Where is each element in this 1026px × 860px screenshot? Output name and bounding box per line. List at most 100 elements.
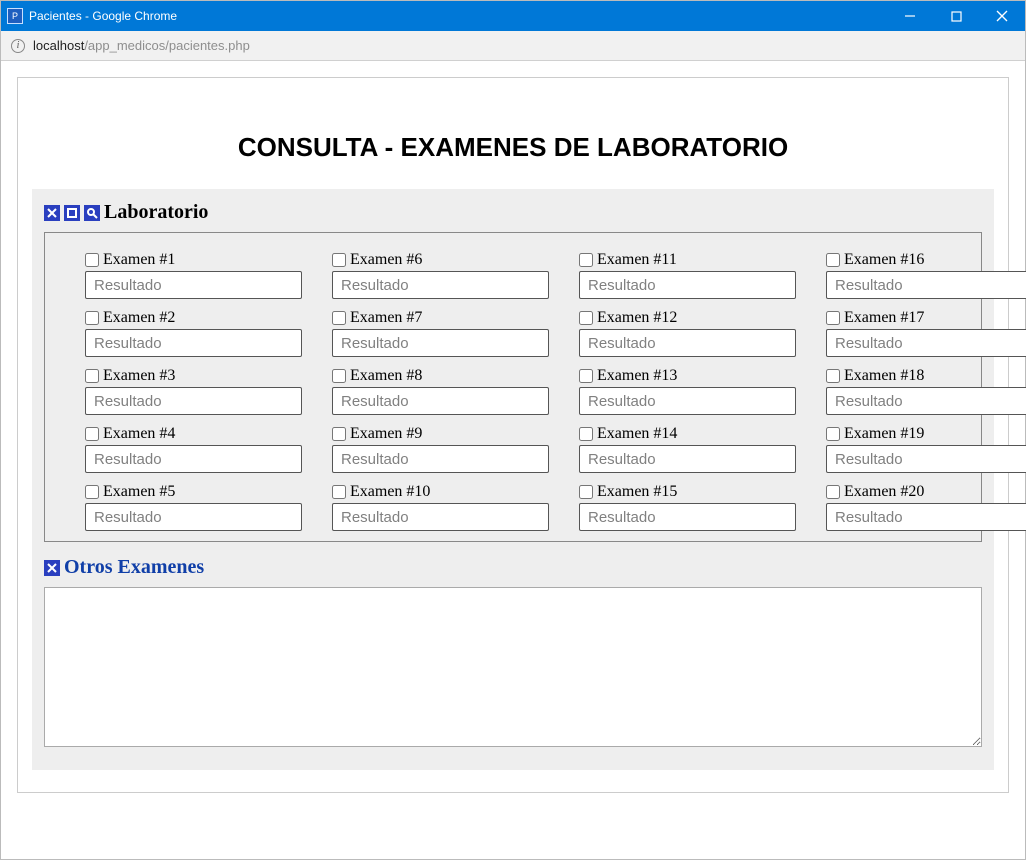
window-minimize-button[interactable] [887,1,933,31]
examen-8-checkbox[interactable] [332,369,346,383]
examen-19-result-input[interactable] [826,445,1026,473]
url-path: /app_medicos/pacientes.php [84,38,250,53]
examen-9-label-row: Examen #9 [332,425,549,443]
examen-15-label: Examen #15 [597,483,677,501]
examen-3-label-row: Examen #3 [85,367,302,385]
examen-17-label: Examen #17 [844,309,924,327]
examen-20-field: Examen #20 [826,483,1026,531]
examen-13-checkbox[interactable] [579,369,593,383]
examen-4-checkbox[interactable] [85,427,99,441]
examen-7-checkbox[interactable] [332,311,346,325]
examen-17-label-row: Examen #17 [826,309,1026,327]
examen-10-label-row: Examen #10 [332,483,549,501]
examen-3-checkbox[interactable] [85,369,99,383]
examen-20-result-input[interactable] [826,503,1026,531]
examen-18-checkbox[interactable] [826,369,840,383]
examen-8-field: Examen #8 [332,367,549,415]
otros-textarea[interactable] [44,587,982,747]
examen-10-field: Examen #10 [332,483,549,531]
examen-2-result-input[interactable] [85,329,302,357]
examen-5-checkbox[interactable] [85,485,99,499]
examen-7-label-row: Examen #7 [332,309,549,327]
examen-20-checkbox[interactable] [826,485,840,499]
examen-19-label-row: Examen #19 [826,425,1026,443]
laboratorio-grid: Examen #1Examen #6Examen #11Examen #16Ex… [85,251,963,531]
examen-12-checkbox[interactable] [579,311,593,325]
examen-9-checkbox[interactable] [332,427,346,441]
examen-12-result-input[interactable] [579,329,796,357]
examen-15-result-input[interactable] [579,503,796,531]
examen-19-checkbox[interactable] [826,427,840,441]
examen-13-label-row: Examen #13 [579,367,796,385]
examen-10-label: Examen #10 [350,483,430,501]
examen-18-result-input[interactable] [826,387,1026,415]
examen-20-label: Examen #20 [844,483,924,501]
close-otros-icon[interactable] [44,560,60,576]
browser-address-bar[interactable]: i localhost/app_medicos/pacientes.php [1,31,1025,61]
examen-11-checkbox[interactable] [579,253,593,267]
examen-14-result-input[interactable] [579,445,796,473]
examen-16-label: Examen #16 [844,251,924,269]
examen-11-field: Examen #11 [579,251,796,299]
examen-14-checkbox[interactable] [579,427,593,441]
search-section-icon[interactable] [84,205,100,221]
examen-2-field: Examen #2 [85,309,302,357]
examen-13-label: Examen #13 [597,367,677,385]
examen-14-label-row: Examen #14 [579,425,796,443]
examen-19-field: Examen #19 [826,425,1026,473]
app-favicon-icon: P [7,8,23,24]
examen-4-field: Examen #4 [85,425,302,473]
otros-header: Otros Examenes [44,556,982,579]
examen-3-result-input[interactable] [85,387,302,415]
examen-10-result-input[interactable] [332,503,549,531]
examen-9-result-input[interactable] [332,445,549,473]
examen-6-label: Examen #6 [350,251,422,269]
examen-1-result-input[interactable] [85,271,302,299]
examen-16-checkbox[interactable] [826,253,840,267]
examen-17-result-input[interactable] [826,329,1026,357]
examen-12-label: Examen #12 [597,309,677,327]
examen-16-result-input[interactable] [826,271,1026,299]
window-close-button[interactable] [979,1,1025,31]
examen-4-label-row: Examen #4 [85,425,302,443]
examen-8-label-row: Examen #8 [332,367,549,385]
examen-7-result-input[interactable] [332,329,549,357]
examen-6-label-row: Examen #6 [332,251,549,269]
examen-18-field: Examen #18 [826,367,1026,415]
examen-5-field: Examen #5 [85,483,302,531]
window-title: Pacientes - Google Chrome [29,9,177,23]
examen-6-result-input[interactable] [332,271,549,299]
close-section-icon[interactable] [44,205,60,221]
examen-2-checkbox[interactable] [85,311,99,325]
examen-13-result-input[interactable] [579,387,796,415]
examen-4-result-input[interactable] [85,445,302,473]
examen-11-result-input[interactable] [579,271,796,299]
browser-url: localhost/app_medicos/pacientes.php [33,38,250,53]
examen-5-label: Examen #5 [103,483,175,501]
window-maximize-button[interactable] [933,1,979,31]
site-info-icon[interactable]: i [11,39,25,53]
examen-14-label: Examen #14 [597,425,677,443]
examen-1-checkbox[interactable] [85,253,99,267]
window-titlebar: P Pacientes - Google Chrome [1,1,1025,31]
examen-15-checkbox[interactable] [579,485,593,499]
examen-8-result-input[interactable] [332,387,549,415]
examen-9-field: Examen #9 [332,425,549,473]
examen-16-field: Examen #16 [826,251,1026,299]
page-title: CONSULTA - EXAMENES DE LABORATORIO [32,132,994,163]
examen-4-label: Examen #4 [103,425,175,443]
laboratorio-legend: Laboratorio [104,201,208,224]
examen-2-label-row: Examen #2 [85,309,302,327]
examen-2-label: Examen #2 [103,309,175,327]
examen-17-checkbox[interactable] [826,311,840,325]
examen-7-field: Examen #7 [332,309,549,357]
examen-10-checkbox[interactable] [332,485,346,499]
examen-6-field: Examen #6 [332,251,549,299]
examen-6-checkbox[interactable] [332,253,346,267]
collapse-section-icon[interactable] [64,205,80,221]
examen-5-result-input[interactable] [85,503,302,531]
laboratorio-header: Laboratorio [44,201,982,224]
examen-3-label: Examen #3 [103,367,175,385]
examen-17-field: Examen #17 [826,309,1026,357]
url-host: localhost [33,38,84,53]
